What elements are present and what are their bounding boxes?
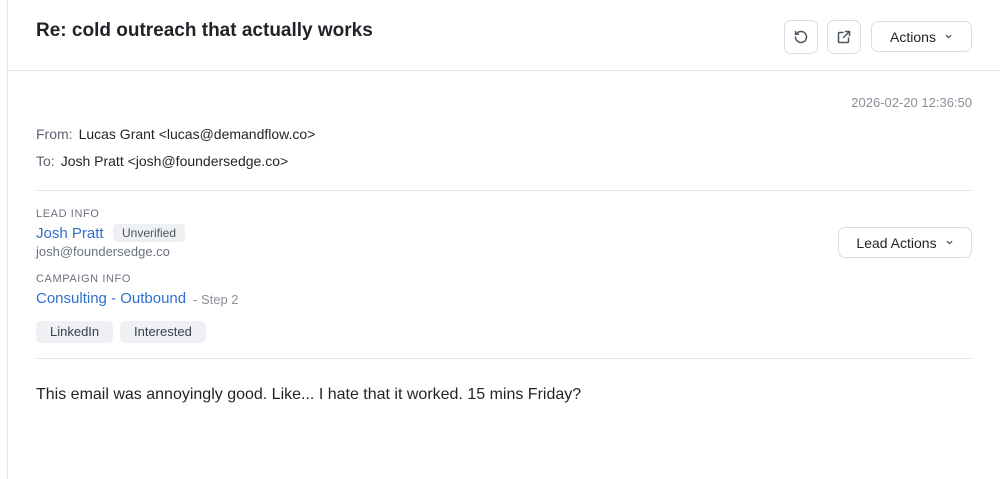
- lead-info-label: LEAD INFO: [36, 208, 100, 220]
- chevron-down-icon: [945, 34, 952, 39]
- tag-linkedin[interactable]: LinkedIn: [36, 321, 114, 343]
- chevron-down-icon: [946, 240, 952, 245]
- from-value: Lucas Grant <lucas@demandflow.co>: [78, 126, 316, 142]
- divider: [36, 358, 972, 359]
- left-panel-border: [7, 0, 8, 479]
- campaign-name-link[interactable]: Consulting - Outbound: [36, 290, 186, 307]
- history-icon: [794, 30, 808, 44]
- email-header: Re: cold outreach that actually works Ac…: [8, 0, 1000, 71]
- lead-actions-label: Lead Actions: [856, 234, 937, 251]
- divider: [36, 190, 972, 191]
- campaign-step: - Step 2: [193, 292, 239, 307]
- email-body: This email was annoyingly good. Like... …: [36, 386, 582, 403]
- from-line: From: Lucas Grant <lucas@demandflow.co>: [36, 126, 315, 142]
- open-in-new-button[interactable]: [827, 20, 861, 54]
- to-label: To:: [36, 153, 55, 169]
- to-line: To: Josh Pratt <josh@foundersedge.co>: [36, 153, 288, 169]
- lead-actions-button[interactable]: Lead Actions: [838, 227, 972, 258]
- history-button[interactable]: [784, 20, 818, 54]
- actions-dropdown-button[interactable]: Actions: [871, 21, 972, 52]
- to-value: Josh Pratt <josh@foundersedge.co>: [60, 153, 289, 169]
- campaign-info-label: CAMPAIGN INFO: [36, 273, 131, 285]
- email-subject: Re: cold outreach that actually works: [36, 20, 373, 41]
- lead-email: josh@foundersedge.co: [36, 244, 170, 259]
- lead-status-badge: Unverified: [113, 224, 186, 242]
- external-link-icon: [837, 30, 851, 44]
- tag-interested[interactable]: Interested: [120, 321, 206, 343]
- lead-name-link[interactable]: Josh Pratt: [36, 225, 104, 242]
- from-label: From:: [36, 126, 73, 142]
- actions-label: Actions: [890, 28, 936, 45]
- email-timestamp: 2026-02-20 12:36:50: [851, 95, 972, 110]
